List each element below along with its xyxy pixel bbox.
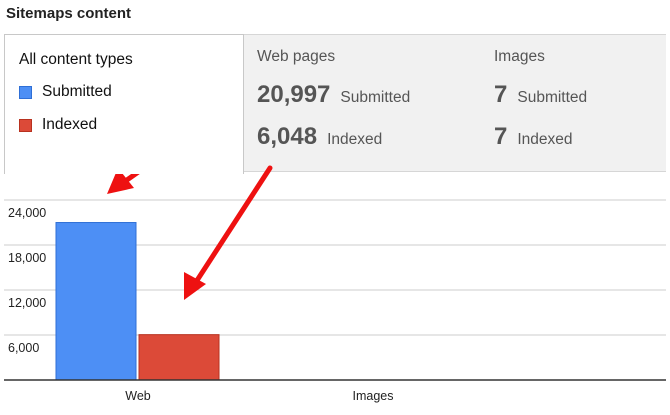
legend-title: All content types (19, 51, 133, 68)
tab-all-content-types[interactable]: All content types Submitted Indexed (4, 34, 244, 174)
submitted-swatch-icon (19, 85, 32, 99)
annotation-arrow-shaft (193, 165, 273, 285)
x-tick-label: Images (353, 389, 394, 403)
bar-submitted-web (55, 222, 137, 381)
legend-label-submitted: Submitted (42, 83, 112, 100)
legend-item-indexed: Indexed (19, 116, 97, 134)
y-tick-label: 12,000 (8, 296, 46, 310)
y-tick-label: 24,000 (8, 206, 46, 220)
legend-label-indexed: Indexed (42, 116, 98, 133)
indexed-swatch-icon (19, 118, 32, 132)
x-tick-label: Web (125, 389, 151, 403)
bar-indexed-web (138, 334, 220, 381)
legend-item-submitted: Submitted (19, 83, 112, 101)
y-tick-label: 6,000 (8, 341, 39, 355)
y-tick-label: 18,000 (8, 251, 46, 265)
